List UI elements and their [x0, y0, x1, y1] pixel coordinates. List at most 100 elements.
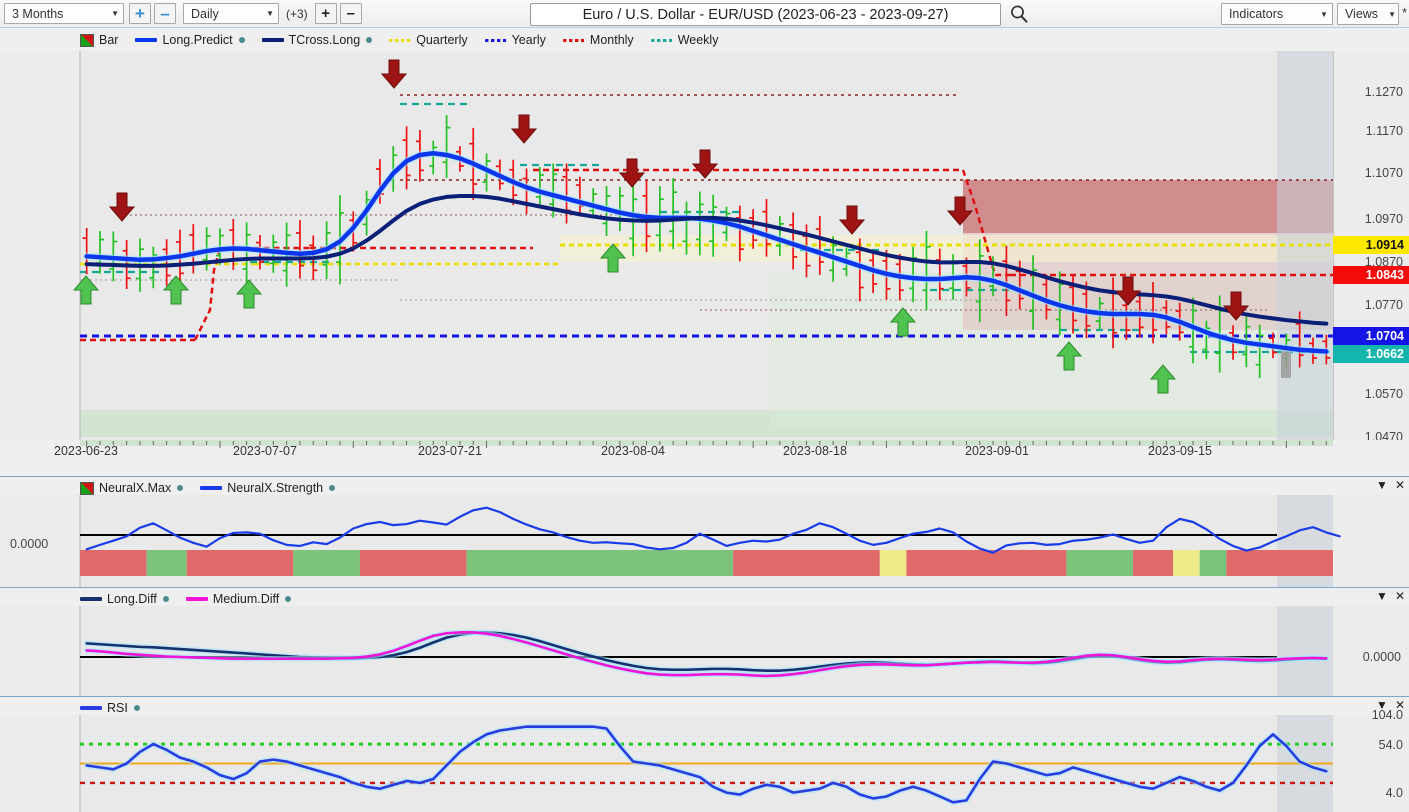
price-chart-svg [0, 51, 1409, 466]
legend-item-neuralx-max[interactable]: NeuralX.Max [80, 481, 184, 495]
date-axis-tick: 2023-06-23 [54, 444, 118, 458]
price-chart-legend: Bar Long.Predict TCross.Long Quarterly Yearl… [0, 29, 718, 51]
diff-svg [0, 606, 1409, 696]
legend-label: TCross.Long [288, 33, 361, 47]
legend-item-yearly[interactable]: Yearly [484, 33, 546, 47]
close-icon[interactable]: ✕ [1395, 699, 1405, 711]
legend-label: Long.Predict [162, 33, 233, 47]
plus-icon: + [321, 5, 331, 22]
price-plot-area[interactable] [0, 51, 1409, 466]
neuralx-legend: NeuralX.Max NeuralX.Strength [0, 477, 336, 499]
diff-panel: Long.Diff Medium.Diff ▼ ✕ 0.0000 [0, 587, 1409, 696]
date-axis-tick: 2023-08-18 [783, 444, 847, 458]
close-icon[interactable]: ✕ [1395, 479, 1405, 491]
price-axis-tick: 1.0970 [1364, 212, 1403, 226]
legend-swatch-icon [80, 481, 94, 495]
diff-panel-controls: ▼ ✕ [1376, 590, 1405, 602]
legend-swatch-icon [135, 38, 158, 42]
price-axis-tick: 1.1270 [1364, 85, 1403, 99]
rsi-mid-label: 54.0 [1378, 738, 1403, 752]
legend-label: Bar [99, 33, 119, 47]
interval-select[interactable]: Daily ▼ [183, 3, 279, 24]
interval-increase-button[interactable]: + [314, 3, 337, 24]
chevron-down-icon: ▼ [266, 9, 274, 18]
price-level-tag-quarterly[interactable]: 1.0914 [1333, 236, 1409, 254]
diff-legend: Long.Diff Medium.Diff [0, 588, 292, 610]
legend-label: Yearly [511, 33, 546, 47]
legend-options-dot-icon[interactable] [238, 37, 245, 43]
legend-item-tcross-long[interactable]: TCross.Long [261, 33, 373, 47]
views-select[interactable]: Views ▼ [1336, 3, 1399, 25]
search-icon[interactable] [1009, 4, 1029, 27]
diff-plot-area[interactable] [0, 606, 1409, 696]
price-level-tag-yearly[interactable]: 1.0704 [1333, 327, 1409, 345]
legend-label: NeuralX.Max [99, 481, 172, 495]
timeframe-value: 3 Months [12, 6, 64, 21]
timeframe-select[interactable]: 3 Months ▼ [4, 3, 124, 24]
legend-options-dot-icon[interactable] [133, 705, 140, 711]
legend-swatch-icon [185, 597, 208, 601]
legend-label: Quarterly [416, 33, 468, 47]
legend-options-dot-icon[interactable] [162, 596, 169, 602]
legend-item-neuralx-strength[interactable]: NeuralX.Strength [200, 481, 336, 495]
legend-label: Medium.Diff [212, 592, 280, 606]
chevron-down-icon: ▼ [111, 9, 119, 18]
legend-label: RSI [107, 701, 128, 715]
price-axis-tick: 1.0770 [1364, 298, 1403, 312]
minus-icon: – [346, 5, 355, 22]
legend-item-long-diff[interactable]: Long.Diff [80, 592, 169, 606]
chevron-down-icon[interactable]: ▼ [1376, 699, 1388, 711]
legend-item-weekly[interactable]: Weekly [650, 33, 718, 47]
legend-swatch-icon [80, 706, 102, 710]
legend-options-dot-icon[interactable] [177, 485, 184, 491]
legend-swatch-icon [80, 597, 102, 601]
indicators-select[interactable]: Indicators ▼ [1220, 3, 1333, 25]
plus-icon: + [135, 4, 145, 23]
legend-swatch-icon [484, 38, 507, 42]
legend-item-rsi[interactable]: RSI [80, 701, 140, 715]
neuralx-panel-controls: ▼ ✕ [1376, 479, 1405, 491]
toolbar-right-group: Indicators ▼ Views ▼ * [1220, 3, 1407, 25]
chevron-down-icon: ▼ [1388, 9, 1396, 19]
date-axis-tick: 2023-07-07 [233, 444, 297, 458]
legend-options-dot-icon[interactable] [329, 485, 336, 491]
indicators-label: Indicators [1228, 7, 1284, 21]
timeframe-decrease-button[interactable]: – [154, 3, 176, 24]
chevron-down-icon[interactable]: ▼ [1376, 479, 1388, 491]
legend-swatch-icon [650, 38, 673, 42]
timeframe-increase-button[interactable]: + [129, 3, 151, 24]
rsi-svg [0, 715, 1409, 812]
chevron-down-icon[interactable]: ▼ [1376, 590, 1388, 602]
legend-options-dot-icon[interactable] [366, 37, 373, 43]
legend-options-dot-icon[interactable] [285, 596, 292, 602]
legend-swatch-icon [562, 38, 585, 42]
legend-item-bar[interactable]: Bar [80, 33, 118, 47]
toolbar: 3 Months ▼ + – Daily ▼ (+3) + – Euro / U… [0, 0, 1409, 28]
legend-item-long-predict[interactable]: Long.Predict [135, 33, 245, 47]
rsi-panel-controls: ▼ ✕ [1376, 699, 1405, 711]
date-axis-tick: 2023-09-15 [1148, 444, 1212, 458]
price-axis[interactable]: 1.1270 1.1170 1.1070 1.0970 1.0770 1.0570 1.04… [1333, 51, 1409, 466]
price-level-tag-weekly[interactable]: 1.0662 [1333, 345, 1409, 363]
interval-decrease-button[interactable]: – [339, 3, 362, 24]
legend-item-monthly[interactable]: Monthly [562, 33, 634, 47]
legend-label: Monthly [589, 33, 634, 47]
interval-offset-note: (+3) [286, 6, 308, 21]
price-axis-tick: 1.1170 [1365, 124, 1403, 138]
legend-item-quarterly[interactable]: Quarterly [389, 33, 468, 47]
legend-item-medium-diff[interactable]: Medium.Diff [185, 592, 292, 606]
rsi-panel: RSI ▼ ✕ 104.0 54.0 4.0 [0, 696, 1409, 812]
interval-value: Daily [191, 6, 219, 21]
symbol-input[interactable]: Euro / U.S. Dollar - EUR/USD (2023-06-23… [530, 3, 1001, 26]
legend-label: NeuralX.Strength [227, 481, 324, 495]
price-axis-tick: 1.0570 [1364, 387, 1403, 401]
price-level-tag-monthly[interactable]: 1.0843 [1333, 266, 1409, 284]
legend-swatch-icon [389, 38, 412, 42]
legend-swatch-icon [261, 38, 284, 42]
minus-icon: – [160, 4, 170, 23]
rsi-plot-area[interactable] [0, 715, 1409, 812]
close-icon[interactable]: ✕ [1395, 590, 1405, 602]
rsi-lower-label: 4.0 [1385, 786, 1403, 800]
date-axis-tick: 2023-07-21 [418, 444, 482, 458]
price-axis-tick: 1.1070 [1364, 166, 1403, 180]
